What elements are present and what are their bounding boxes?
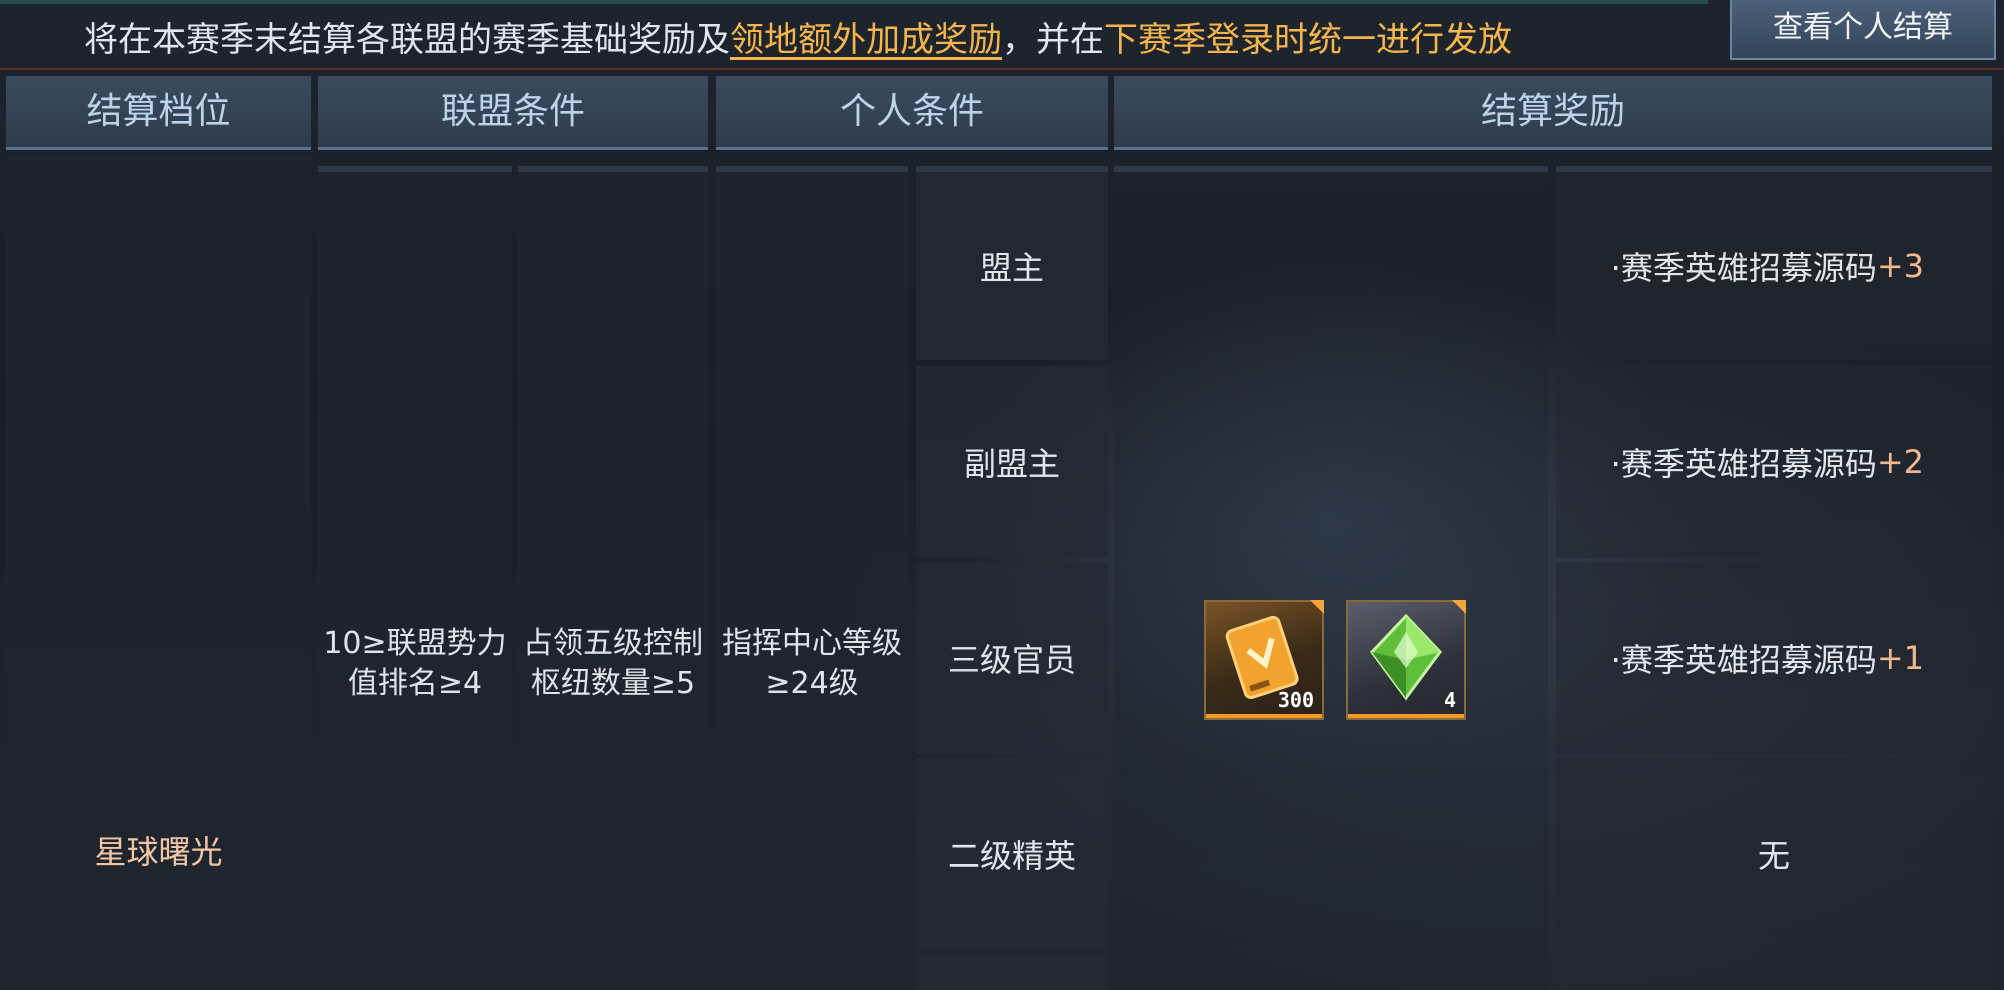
reward-text: ·赛季英雄招募源码 bbox=[1610, 641, 1877, 679]
header-alliance-condition: 联盟条件 bbox=[318, 76, 708, 150]
notice-text-2: ，并在 bbox=[1002, 20, 1104, 60]
header-reward: 结算奖励 bbox=[1114, 76, 1992, 150]
reward-item-crystal[interactable]: 4 bbox=[1346, 600, 1466, 720]
item-rarity-bar bbox=[1206, 714, 1322, 718]
item-count-card: 300 bbox=[1277, 688, 1314, 712]
base-reward-area bbox=[1114, 166, 1548, 990]
alliance-condition-power-cell: 10≥联盟势力 值排名≥4 bbox=[318, 166, 512, 990]
reward-text: 无 bbox=[1757, 837, 1790, 875]
alliance-power-rank-line2: 值排名≥4 bbox=[347, 666, 483, 701]
extra-reward-vice-leader: ·赛季英雄招募源码 +2 bbox=[1556, 366, 1992, 558]
alliance-power-rank-line1: 10≥联盟势力 bbox=[323, 626, 507, 661]
settlement-notice: 将在本赛季末结算各联盟的赛季基础奖励及领地额外加成奖励，并在下赛季登录时统一进行… bbox=[84, 14, 1512, 66]
extra-reward-elite-2: 无 bbox=[1556, 758, 1992, 950]
role-leader: 盟主 bbox=[916, 166, 1108, 360]
alliance-condition-hub-cell: 占领五级控制 枢纽数量≥5 bbox=[518, 166, 708, 990]
item-count-crystal: 4 bbox=[1443, 688, 1456, 712]
alliance-hub-line1: 占领五级控制 bbox=[523, 626, 703, 661]
reward-item-card[interactable]: 300 bbox=[1204, 600, 1324, 720]
role-officer-3: 三级官员 bbox=[916, 562, 1108, 754]
role-next-row bbox=[916, 954, 1108, 990]
header-personal-condition: 个人条件 bbox=[716, 76, 1108, 150]
reward-plus: +3 bbox=[1876, 247, 1924, 285]
notice-highlight: 下赛季登录时统一进行发放 bbox=[1104, 20, 1512, 60]
notice-text-1: 将在本赛季末结算各联盟的赛季基础奖励及 bbox=[84, 20, 730, 60]
reward-text: ·赛季英雄招募源码 bbox=[1610, 445, 1877, 483]
personal-condition-cell: 指挥中心等级 ≥24级 bbox=[716, 166, 908, 990]
reward-plus: +1 bbox=[1876, 639, 1924, 677]
territory-bonus-link[interactable]: 领地额外加成奖励 bbox=[730, 20, 1002, 60]
top-accent-line bbox=[0, 0, 1708, 4]
command-center-level-line1: 指挥中心等级 bbox=[722, 626, 902, 661]
role-elite-2: 二级精英 bbox=[916, 758, 1108, 950]
tier-cell: 星球曙光 bbox=[6, 156, 311, 990]
item-rarity-bar bbox=[1348, 714, 1464, 718]
item-corner-mark bbox=[1310, 600, 1324, 614]
extra-reward-officer-3: ·赛季英雄招募源码 +1 bbox=[1556, 562, 1992, 754]
alliance-hub-line2: 枢纽数量≥5 bbox=[530, 666, 696, 701]
divider-line bbox=[0, 68, 2004, 70]
item-corner-mark bbox=[1452, 600, 1466, 614]
view-personal-settlement-button[interactable]: 查看个人结算 bbox=[1730, 0, 1996, 60]
extra-reward-leader: ·赛季英雄招募源码 +3 bbox=[1556, 166, 1992, 360]
header-tier: 结算档位 bbox=[6, 76, 311, 150]
reward-plus: +2 bbox=[1876, 443, 1924, 481]
role-vice-leader: 副盟主 bbox=[916, 366, 1108, 558]
extra-reward-next-row bbox=[1556, 954, 1992, 990]
reward-text: ·赛季英雄招募源码 bbox=[1610, 249, 1877, 287]
tier-name: 星球曙光 bbox=[94, 833, 223, 871]
command-center-level-line2: ≥24级 bbox=[765, 666, 859, 701]
